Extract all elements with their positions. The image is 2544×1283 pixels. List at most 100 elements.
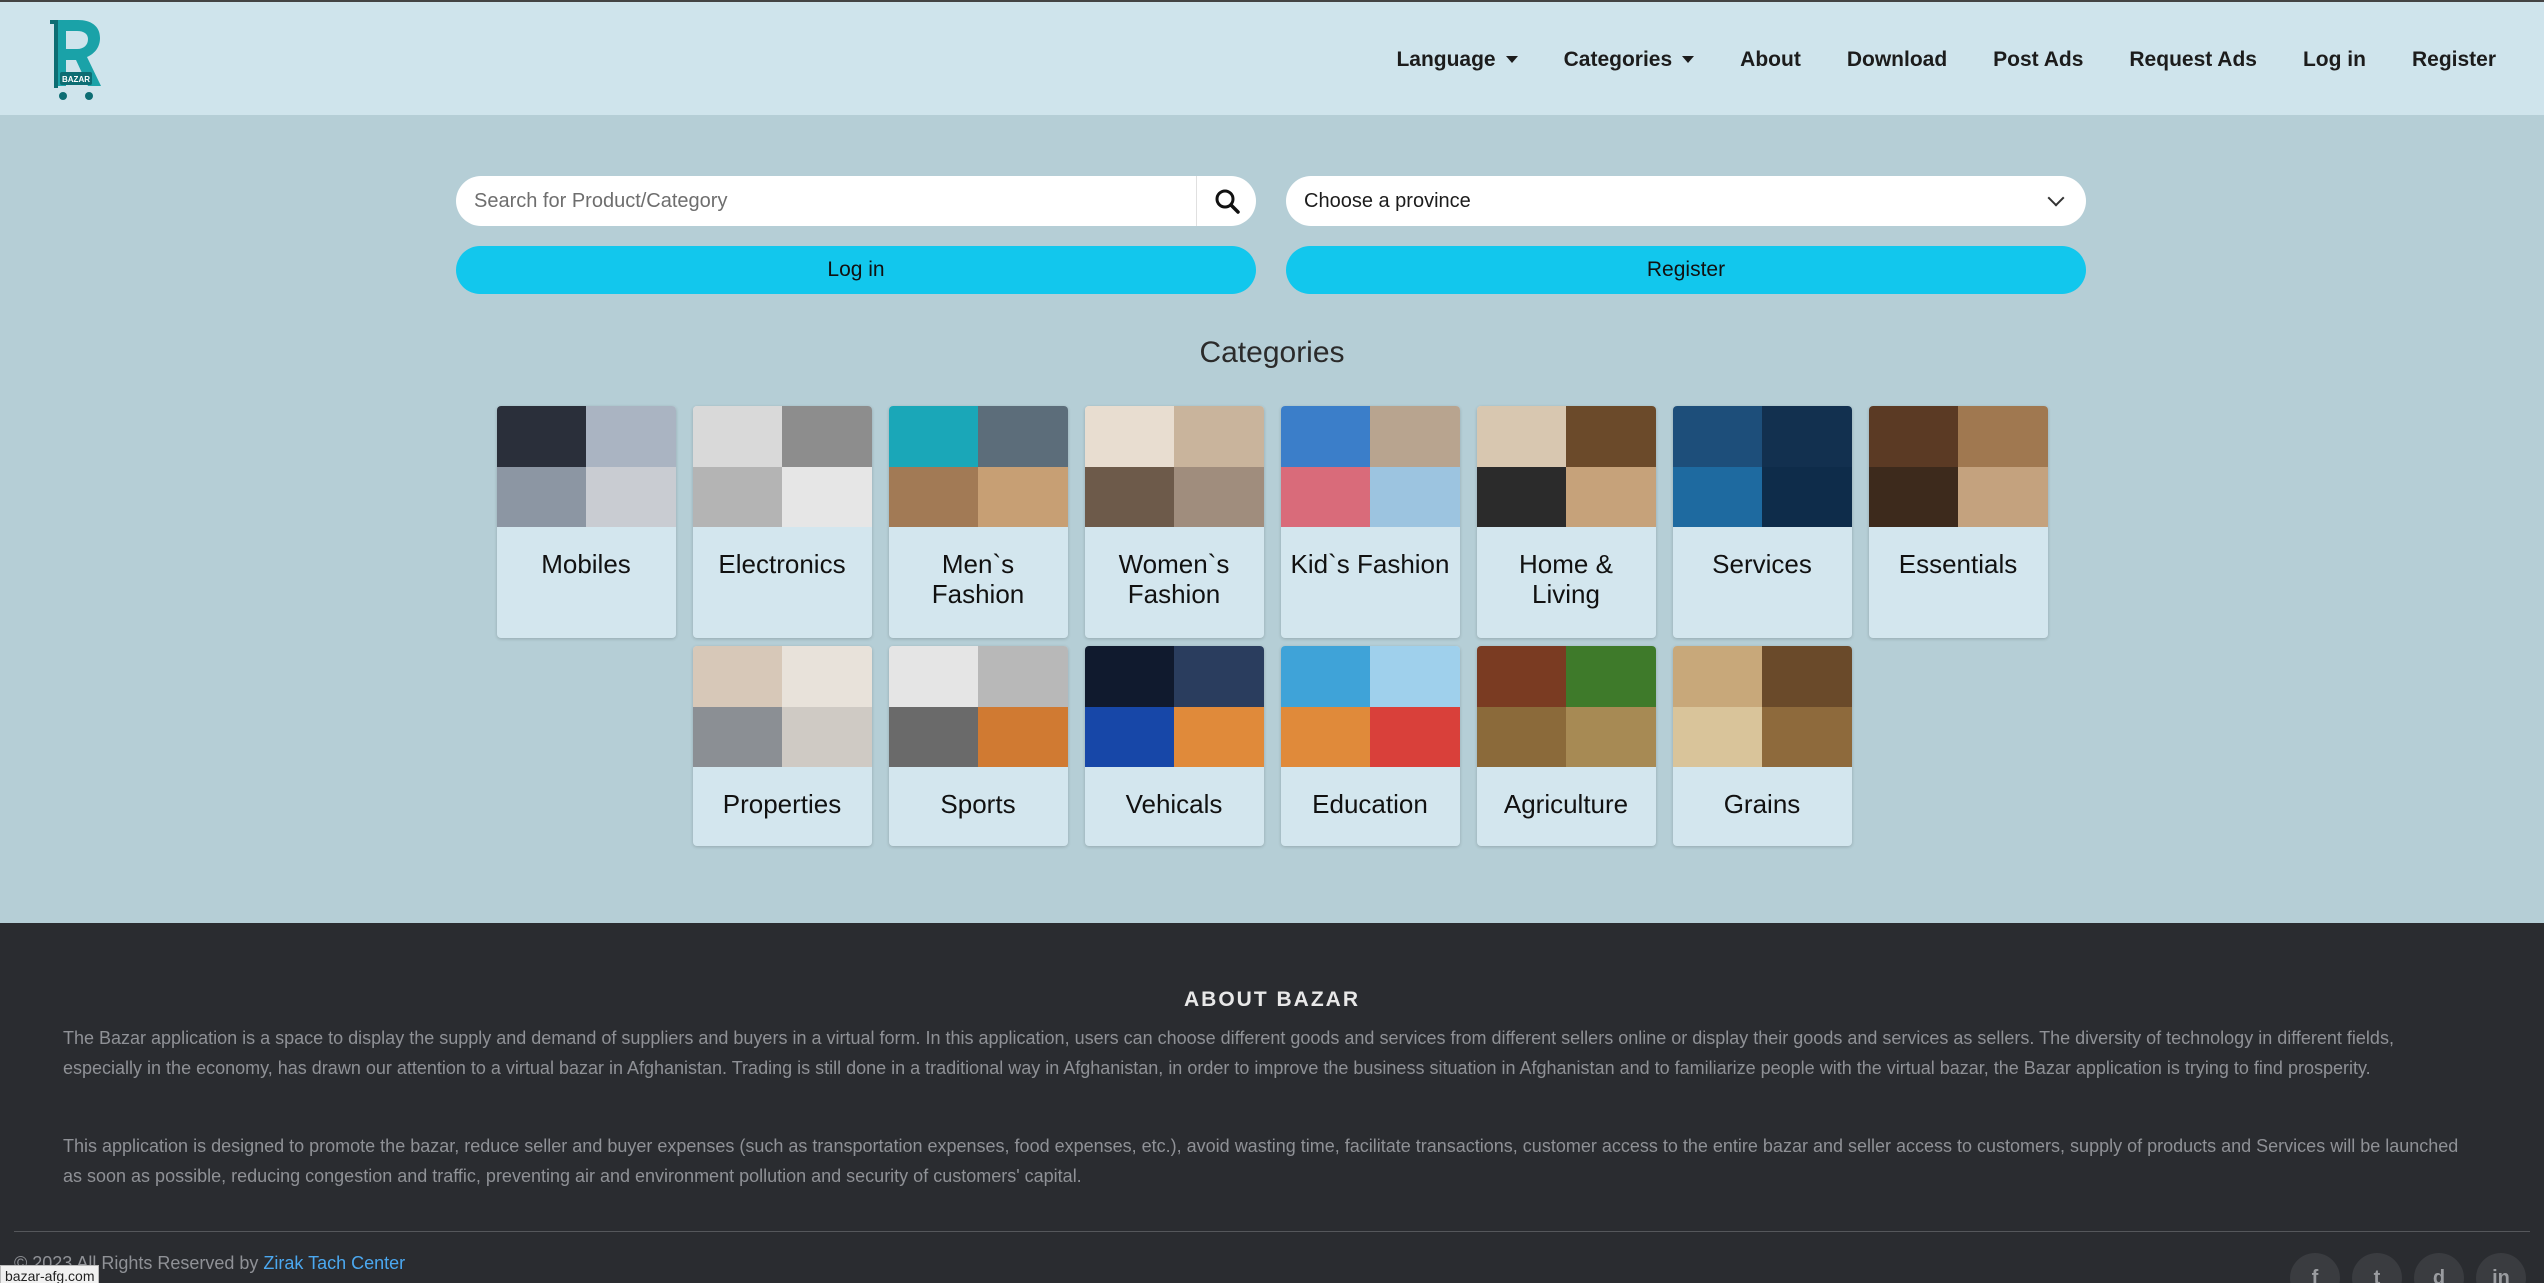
categories-row-2: Properties Sports Vehicals Education Agricul…	[0, 646, 2544, 846]
copyright-link[interactable]: Zirak Tach Center	[263, 1253, 405, 1273]
image-tile	[1174, 646, 1264, 707]
about-paragraph-2: This application is designed to promote …	[63, 1136, 2459, 1186]
category-label: Essentials	[1898, 549, 2018, 579]
image-tile	[1958, 406, 2048, 467]
category-image	[1280, 646, 1460, 767]
image-tile	[1280, 646, 1370, 707]
category-card-sports[interactable]: Sports	[888, 646, 1068, 846]
category-label: Men`s Fashion	[931, 549, 1025, 609]
province-selected-value: Choose a province	[1304, 189, 1471, 212]
image-tile	[1084, 406, 1174, 467]
facebook-icon[interactable]: f	[2290, 1253, 2340, 1283]
category-card-essentials[interactable]: Essentials	[1868, 406, 2048, 638]
image-tile	[1476, 706, 1566, 767]
caret-down-icon	[1682, 56, 1695, 63]
nav-download[interactable]: Download	[1847, 48, 1947, 72]
province-select[interactable]: Choose a province	[1286, 176, 2086, 226]
category-label: Vehicals	[1125, 789, 1223, 819]
search-icon	[1215, 189, 1240, 214]
twitter-icon[interactable]: t	[2352, 1253, 2402, 1283]
category-image	[692, 646, 872, 767]
nav-request-ads[interactable]: Request Ads	[2129, 48, 2257, 72]
image-tile	[1084, 466, 1174, 527]
search-bar	[456, 176, 1256, 226]
image-tile	[978, 706, 1068, 767]
status-bar-url: bazar-afg.com	[0, 1265, 100, 1283]
category-card-education[interactable]: Education	[1280, 646, 1460, 846]
nav-about[interactable]: About	[1740, 48, 1801, 72]
category-image	[1868, 406, 2048, 527]
bazar-logo-icon[interactable]: BAZAR	[46, 16, 106, 104]
image-tile	[496, 466, 586, 527]
image-tile	[782, 466, 872, 527]
image-tile	[888, 646, 978, 707]
image-tile	[1672, 706, 1762, 767]
register-button[interactable]: Register	[1286, 246, 2086, 294]
image-tile	[1476, 466, 1566, 527]
image-tile	[692, 646, 782, 707]
category-image	[496, 406, 676, 527]
category-label: Mobiles	[541, 549, 631, 579]
image-tile	[1370, 706, 1460, 767]
caret-down-icon	[1505, 56, 1518, 63]
nav-post-ads[interactable]: Post Ads	[1993, 48, 2083, 72]
image-tile	[978, 646, 1068, 707]
about-title: ABOUT BAZAR	[1184, 988, 1360, 1011]
image-tile	[1566, 646, 1656, 707]
category-image	[692, 406, 872, 527]
image-tile	[692, 466, 782, 527]
category-image	[1084, 646, 1264, 767]
category-card-electronics[interactable]: Electronics	[692, 406, 872, 638]
image-tile	[1566, 466, 1656, 527]
image-tile	[692, 706, 782, 767]
category-card-services[interactable]: Services	[1672, 406, 1852, 638]
category-label: Services	[1712, 549, 1812, 579]
category-label: Properties	[722, 789, 842, 819]
nav-register[interactable]: Register	[2412, 48, 2496, 72]
categories-row-1: Mobiles Electronics Men`s Fashion Women`s F…	[0, 406, 2544, 638]
dribbble-icon[interactable]: d	[2414, 1253, 2464, 1283]
nav-login[interactable]: Log in	[2303, 48, 2366, 72]
category-card-men-s-fashion[interactable]: Men`s Fashion	[888, 406, 1068, 638]
image-tile	[1370, 466, 1460, 527]
image-tile	[782, 406, 872, 467]
category-card-home-living[interactable]: Home & Living	[1476, 406, 1656, 638]
category-card-mobiles[interactable]: Mobiles	[496, 406, 676, 638]
image-tile	[782, 706, 872, 767]
login-button[interactable]: Log in	[456, 246, 1256, 294]
image-tile	[888, 706, 978, 767]
category-image	[1672, 646, 1852, 767]
nav-language[interactable]: Language	[1396, 48, 1518, 72]
image-tile	[1476, 646, 1566, 707]
category-card-women-s-fashion[interactable]: Women`s Fashion	[1084, 406, 1264, 638]
category-card-kid-s-fashion[interactable]: Kid`s Fashion	[1280, 406, 1460, 638]
category-label: Agriculture	[1503, 789, 1629, 819]
image-tile	[1476, 406, 1566, 467]
image-tile	[1672, 466, 1762, 527]
categories-grid: Mobiles Electronics Men`s Fashion Women`s F…	[0, 406, 2544, 854]
search-button[interactable]	[1196, 176, 1256, 226]
image-tile	[1868, 466, 1958, 527]
search-input[interactable]	[456, 176, 1196, 226]
image-tile	[978, 466, 1068, 527]
category-card-properties[interactable]: Properties	[692, 646, 872, 846]
linkedin-icon[interactable]: in	[2476, 1253, 2526, 1283]
image-tile	[586, 406, 676, 467]
category-label: Grains	[1723, 789, 1801, 819]
category-card-vehicals[interactable]: Vehicals	[1084, 646, 1264, 846]
category-label: Home & Living	[1519, 549, 1613, 609]
category-label: Kid`s Fashion	[1290, 549, 1450, 579]
nav-categories[interactable]: Categories	[1564, 48, 1695, 72]
image-tile	[1084, 706, 1174, 767]
navbar: BAZAR Language Categories About Download…	[0, 0, 2544, 115]
image-tile	[1280, 406, 1370, 467]
category-card-grains[interactable]: Grains	[1672, 646, 1852, 846]
image-tile	[978, 406, 1068, 467]
category-image	[1280, 406, 1460, 527]
logo-text: BAZAR	[62, 75, 90, 84]
category-card-agriculture[interactable]: Agriculture	[1476, 646, 1656, 846]
image-tile	[692, 406, 782, 467]
category-image	[1672, 406, 1852, 527]
image-tile	[586, 466, 676, 527]
image-tile	[1762, 706, 1852, 767]
